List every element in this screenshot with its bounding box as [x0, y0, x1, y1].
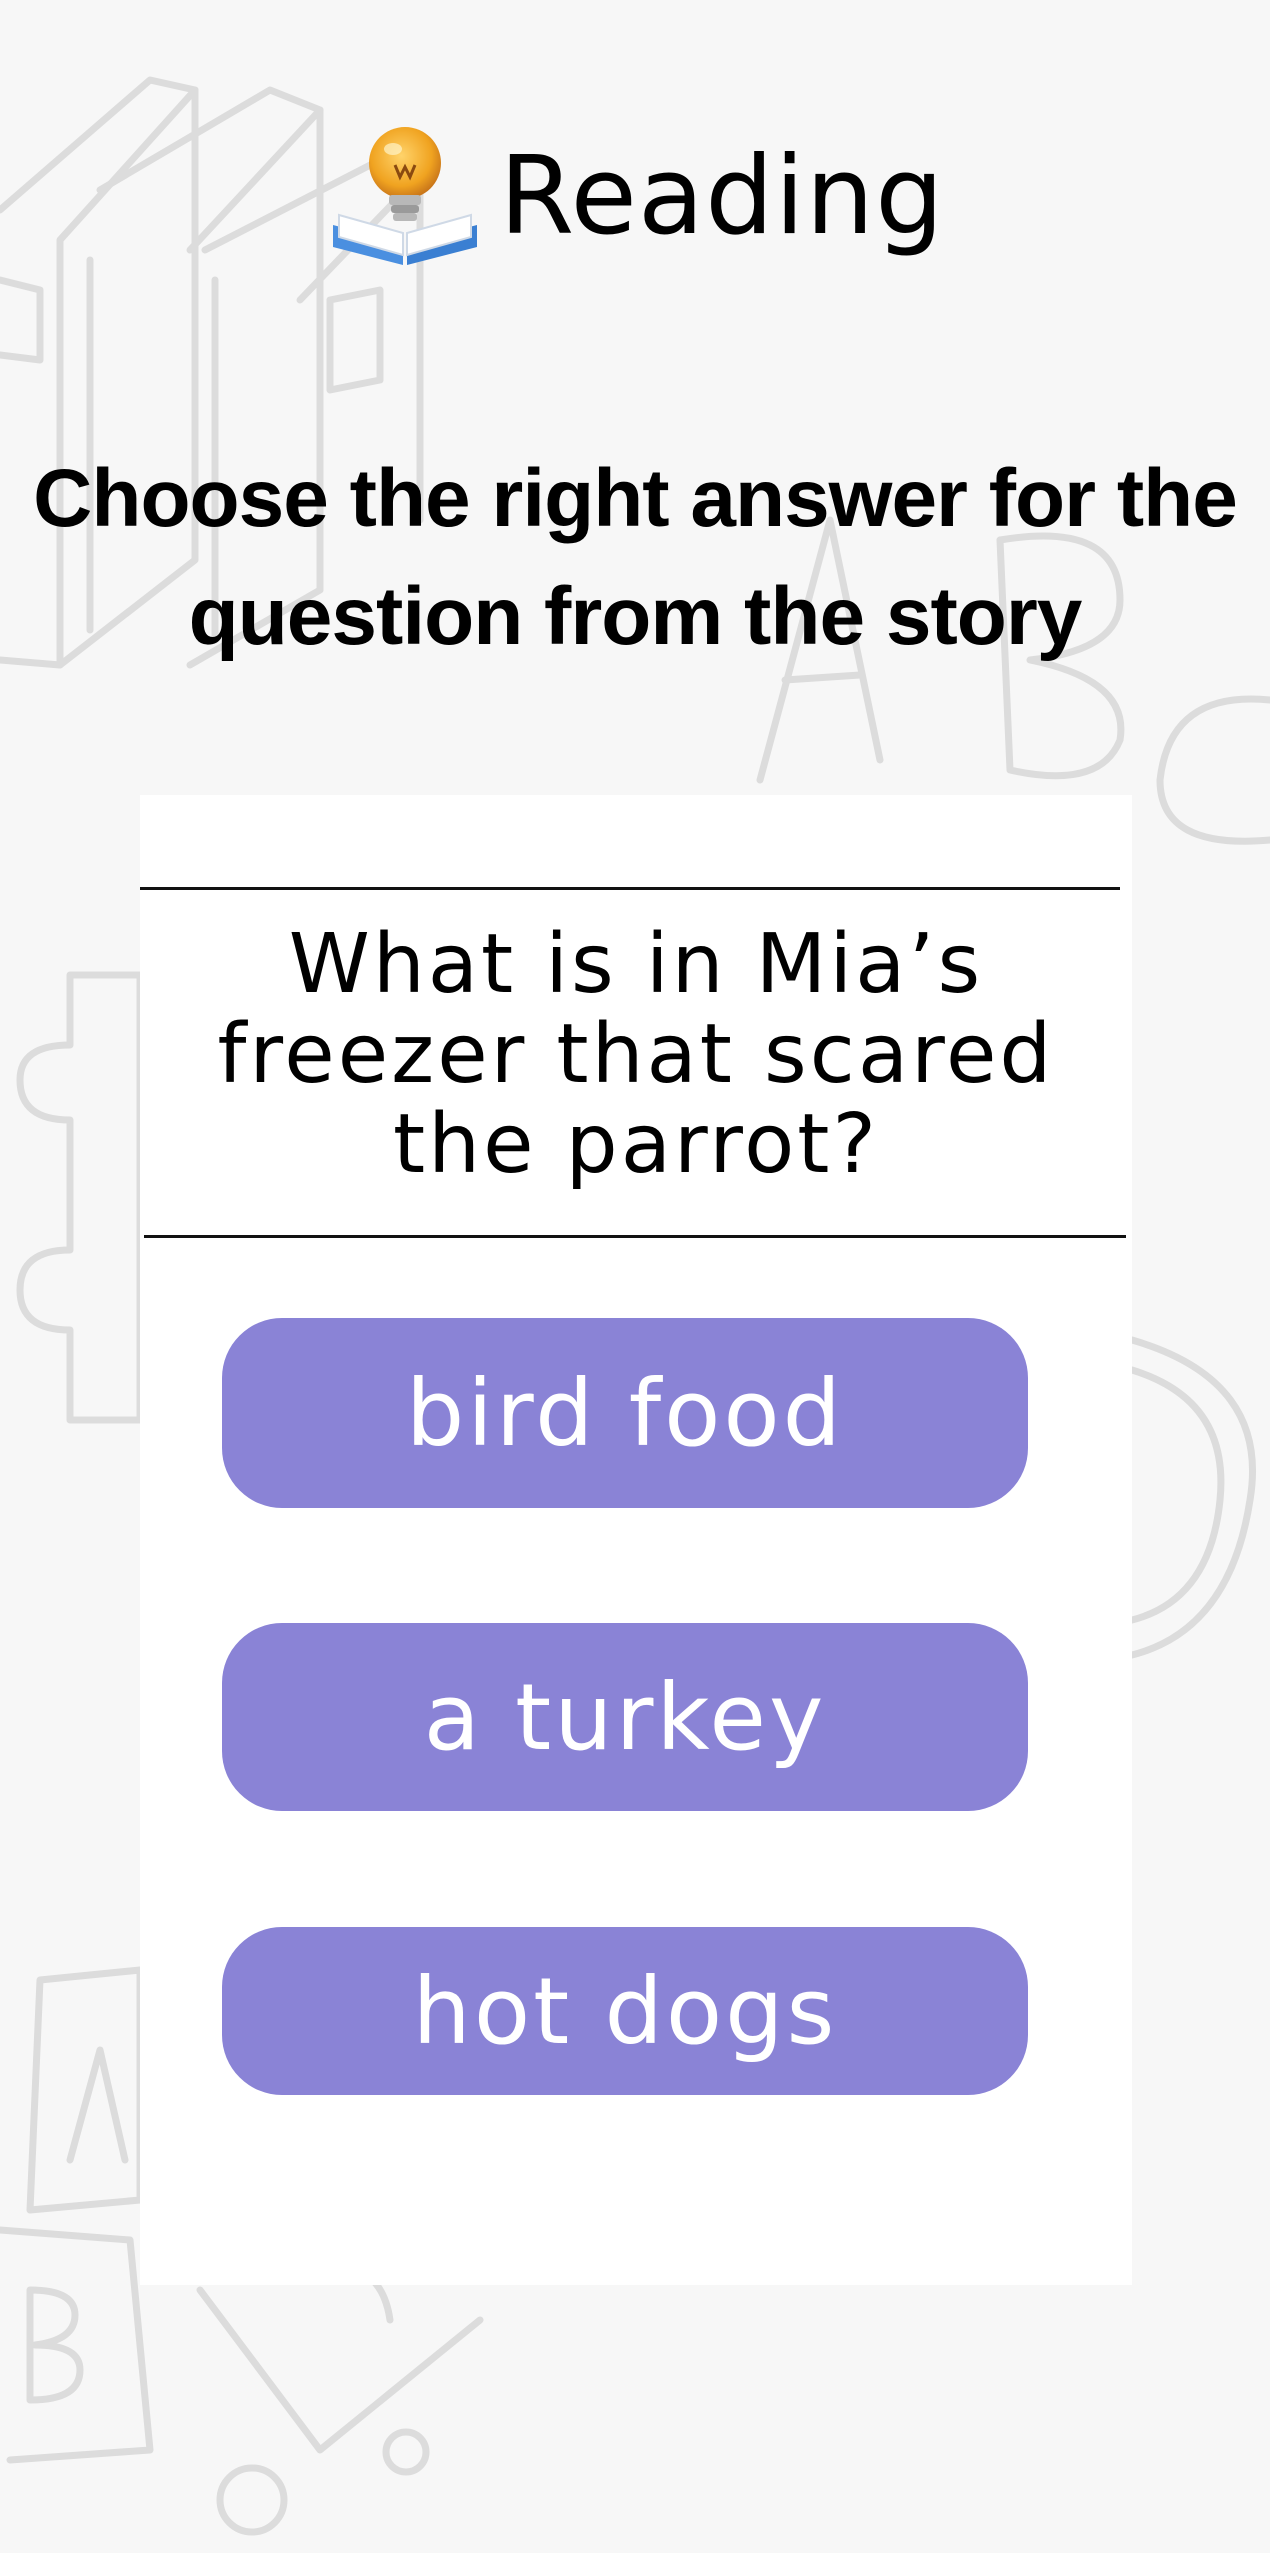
puzzle-doodle-icon: [16, 971, 144, 1424]
ring-doodle-icon: [1128, 1336, 1257, 1659]
lightbulb-book-icon: [333, 127, 478, 265]
instruction-line-2: question from the story: [188, 571, 1083, 662]
answer-option-a-turkey[interactable]: a turkey: [222, 1623, 1028, 1811]
question-line-1: What is in Mia’s: [288, 917, 984, 1012]
page-title: Reading: [499, 134, 945, 259]
answer-option-label: bird food: [405, 1359, 845, 1467]
answer-option-label: a turkey: [423, 1663, 827, 1771]
question-line-2: freezer that scared: [217, 1007, 1055, 1102]
question-line-3: the parrot?: [393, 1097, 879, 1192]
instruction-line-1: Choose the right answer for the: [33, 453, 1238, 544]
question-text: What is in Mia’s freezer that scared the…: [160, 920, 1112, 1190]
answer-option-hot-dogs[interactable]: hot dogs: [222, 1927, 1028, 2095]
instruction-text: Choose the right answer for the question…: [20, 440, 1250, 676]
answer-option-bird-food[interactable]: bird food: [222, 1318, 1028, 1508]
divider-bottom: [144, 1235, 1126, 1238]
answer-option-label: hot dogs: [412, 1957, 838, 2065]
divider-top: [140, 887, 1120, 890]
question-card: What is in Mia’s freezer that scared the…: [140, 795, 1132, 2285]
page-header: Reading: [0, 110, 1270, 280]
